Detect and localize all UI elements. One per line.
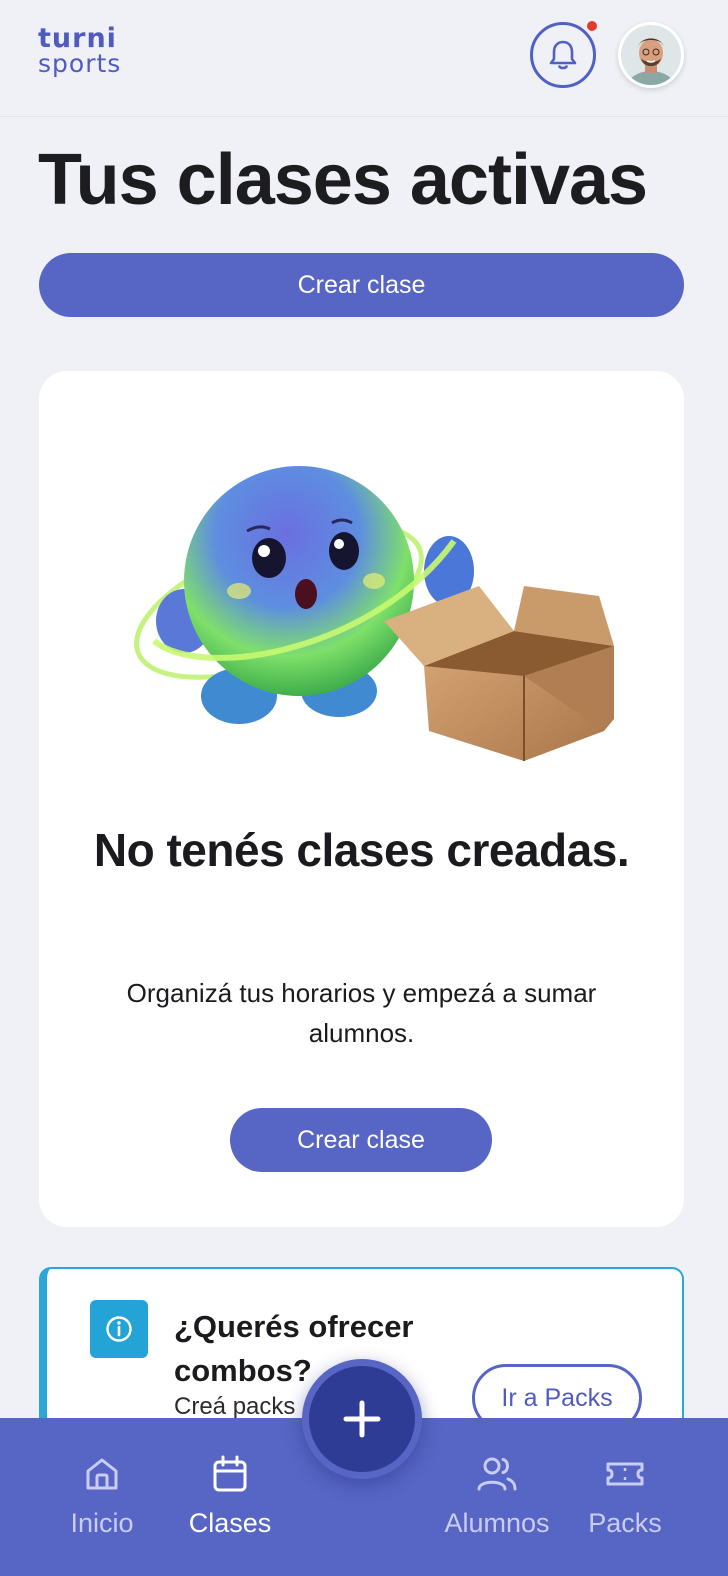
add-fab-button[interactable] bbox=[302, 1359, 422, 1479]
logo-line-2: sports bbox=[38, 49, 122, 78]
create-class-button[interactable]: Crear clase bbox=[39, 253, 684, 317]
notification-badge bbox=[585, 19, 599, 33]
nav-label-inicio: Inicio bbox=[70, 1508, 134, 1538]
ticket-icon bbox=[606, 1462, 644, 1486]
nav-item-inicio[interactable]: Inicio bbox=[37, 1418, 167, 1576]
create-class-card-button[interactable]: Crear clase bbox=[230, 1108, 492, 1172]
notifications-button[interactable] bbox=[530, 22, 596, 88]
calendar-icon bbox=[213, 1455, 247, 1492]
info-icon bbox=[90, 1300, 148, 1358]
empty-state-subtitle: Organizá tus horarios y empezá a sumar a… bbox=[126, 978, 597, 1048]
empty-state-card: No tenés clases creadas. Organizá tus ho… bbox=[39, 371, 684, 1227]
avatar[interactable] bbox=[618, 22, 684, 88]
nav-item-clases[interactable]: Clases bbox=[165, 1418, 295, 1576]
nav-label-clases: Clases bbox=[188, 1508, 272, 1538]
users-icon bbox=[477, 1457, 517, 1491]
nav-item-packs[interactable]: Packs bbox=[560, 1418, 690, 1576]
plus-icon bbox=[343, 1400, 381, 1438]
logo-line-1: turni bbox=[38, 23, 117, 54]
mascot-empty-box-illustration bbox=[134, 466, 614, 761]
empty-state-title: No tenés clases creadas. bbox=[93, 824, 630, 876]
nav-label-packs: Packs bbox=[588, 1508, 662, 1538]
user-avatar-image bbox=[621, 25, 681, 85]
bell-icon bbox=[549, 40, 577, 70]
turni-sports-logo[interactable]: turni sports bbox=[38, 23, 138, 86]
home-icon bbox=[86, 1458, 118, 1490]
nav-label-alumnos: Alumnos bbox=[444, 1508, 550, 1538]
nav-item-alumnos[interactable]: Alumnos bbox=[432, 1418, 562, 1576]
page-title: Tus clases activas bbox=[38, 140, 648, 220]
app-header: turni sports bbox=[0, 0, 728, 117]
